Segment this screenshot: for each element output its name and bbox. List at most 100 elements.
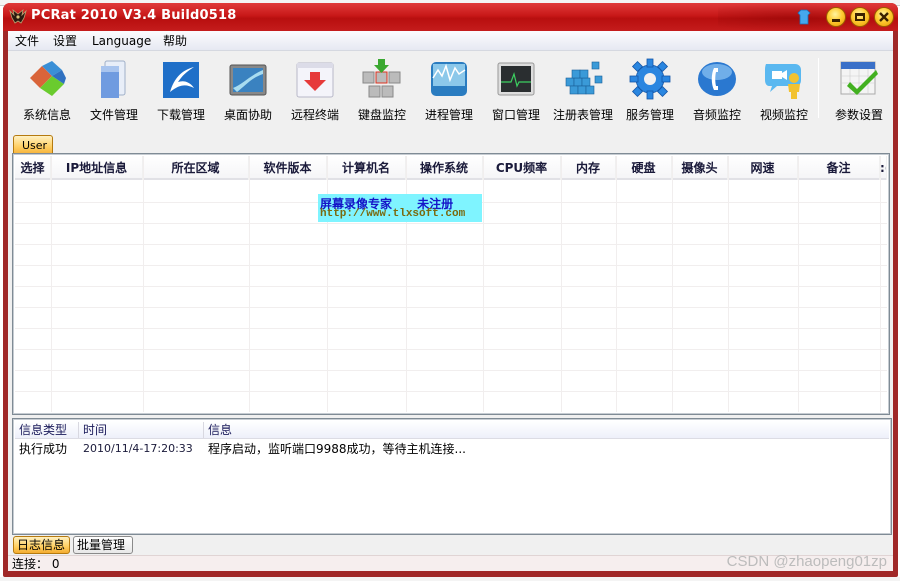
video-monitor-icon [765,64,801,99]
tab-batch-manage[interactable]: 批量管理 [73,536,133,554]
toolbar-settings-button[interactable]: 参数设置 [826,54,892,124]
group-tab-user[interactable]: User [13,135,53,154]
table-row[interactable] [15,266,887,287]
grid-column-divider [728,156,729,412]
skin-shirt-icon[interactable] [797,9,811,25]
grid-column-divider [249,156,250,412]
toolbar-label: 系统信息 [22,108,71,122]
minimize-button[interactable] [826,7,846,27]
toolbar-download-manager-button[interactable]: 下载管理 [148,54,214,124]
table-row[interactable] [15,392,887,412]
toolbar-system-info-button[interactable]: 系统信息 [14,54,80,124]
toolbar-label: 桌面协助 [223,108,272,122]
menu-language[interactable]: Language [89,33,154,49]
column-header[interactable]: :( [880,156,887,180]
toolbar-video-monitor-button[interactable]: 视频监控 [751,54,817,124]
window-manager-icon [497,62,535,96]
grid-column-divider [880,156,881,412]
toolbar-label: 文件管理 [89,108,138,122]
toolbar-label: 远程终端 [290,108,339,122]
toolbar-label: 音频监控 [692,108,741,122]
log-time: 2010/11/4-17:20:33 [83,442,193,455]
log-column-message[interactable]: 信息 [204,422,889,438]
toolbar-registry-manager-button[interactable]: 注册表管理 [550,54,616,124]
credit-watermark: CSDN @zhaopeng01zp [726,553,887,570]
process-manager-icon [431,62,467,96]
column-header[interactable]: 软件版本 [249,156,327,180]
watermark-url: http://www.tlxsoft.com [320,208,466,220]
toolbar-file-manager-button[interactable]: 文件管理 [81,54,147,124]
menu-file[interactable]: 文件 [12,33,42,49]
column-header[interactable]: IP地址信息 [51,156,143,180]
log-column-time[interactable]: 时间 [79,422,204,438]
column-header[interactable]: CPU频率 [483,156,561,180]
maximize-icon [851,8,869,26]
toolbar-process-manager-button[interactable]: 进程管理 [416,54,482,124]
table-row[interactable] [15,287,887,308]
log-panel: 信息类型 时间 信息 执行成功 2010/11/4-17:20:33 程序启动，… [12,418,892,535]
log-header: 信息类型 时间 信息 [15,421,889,439]
menu-settings[interactable]: 设置 [50,33,80,49]
minimize-icon [827,8,845,26]
toolbar-desktop-assist-button[interactable]: 桌面协助 [215,54,281,124]
column-header[interactable]: 摄像头 [672,156,728,180]
column-header[interactable]: 备注 [798,156,880,180]
app-logo-icon [9,9,27,24]
column-header[interactable]: 操作系统 [406,156,483,180]
window-title: PCRat 2010 V3.4 Build0518 [31,8,237,23]
log-type: 执行成功 [19,442,68,456]
toolbar-label: 参数设置 [834,108,883,122]
toolbar-label: 注册表管理 [552,108,613,122]
keyboard-monitor-icon [362,59,401,98]
toolbar-service-manager-button[interactable]: 服务管理 [617,54,683,124]
toolbar-keyboard-monitor-button[interactable]: 键盘监控 [349,54,415,124]
toolbar-label: 下载管理 [156,108,205,122]
table-row[interactable] [15,224,887,245]
column-header[interactable]: 内存 [561,156,616,180]
title-bar[interactable]: PCRat 2010 V3.4 Build0518 [3,3,898,31]
toolbar-label: 键盘监控 [357,108,406,122]
host-list-header: 选择 IP地址信息 所在区域 软件版本 计算机名 操作系统 CPU频率 内存 硬盘 摄像头 网速 备注… [15,156,887,180]
column-header[interactable]: 所在区域 [143,156,249,180]
grid-column-divider [483,156,484,412]
menu-help[interactable]: 帮助 [160,33,190,49]
log-row[interactable]: 执行成功 2010/11/4-17:20:33 程序启动，监听端口9988成功，… [15,440,889,458]
desktop-assist-icon [229,64,267,96]
grid-column-divider [51,156,52,412]
toolbar-label: 视频监控 [759,108,808,122]
toolbar-label: 窗口管理 [491,108,540,122]
log-column-type[interactable]: 信息类型 [15,422,79,438]
audio-monitor-icon [698,62,736,96]
status-bar: 连接： 0 CSDN @zhaopeng01zp [8,553,893,571]
toolbar-separator [818,58,819,118]
toolbar-window-manager-button[interactable]: 窗口管理 [483,54,549,124]
remote-terminal-icon [296,62,334,98]
client-area: 文件 设置 Language 帮助 系统信息 文件管理 下载管理 桌面协助 远程… [8,31,893,571]
table-row[interactable] [15,350,887,371]
toolbar-label: 服务管理 [625,108,674,122]
table-row[interactable] [15,329,887,350]
settings-calendar-icon [840,61,878,95]
grid-column-divider [798,156,799,412]
table-row[interactable] [15,245,887,266]
column-header[interactable]: 硬盘 [616,156,672,180]
close-icon [875,8,893,26]
table-row[interactable] [15,371,887,392]
column-header[interactable]: 选择 [15,156,51,180]
toolbar-audio-monitor-button[interactable]: 音频监控 [684,54,750,124]
maximize-button[interactable] [850,7,870,27]
tab-log-info[interactable]: 日志信息 [13,536,70,554]
grid-column-divider [672,156,673,412]
grid-column-divider [616,156,617,412]
toolbar: 系统信息 文件管理 下载管理 桌面协助 远程终端 键盘监控 进程管理 窗口管理 … [8,52,893,127]
grid-column-divider [143,156,144,412]
column-header[interactable]: 网速 [728,156,798,180]
toolbar-label: 进程管理 [424,108,473,122]
desktop-background-bottom [0,577,900,581]
close-button[interactable] [874,7,894,27]
app-window: PCRat 2010 V3.4 Build0518 文件 设置 Language… [3,3,898,577]
table-row[interactable] [15,308,887,329]
system-info-icon [30,61,66,96]
column-header[interactable]: 计算机名 [327,156,406,180]
toolbar-remote-terminal-button[interactable]: 远程终端 [282,54,348,124]
